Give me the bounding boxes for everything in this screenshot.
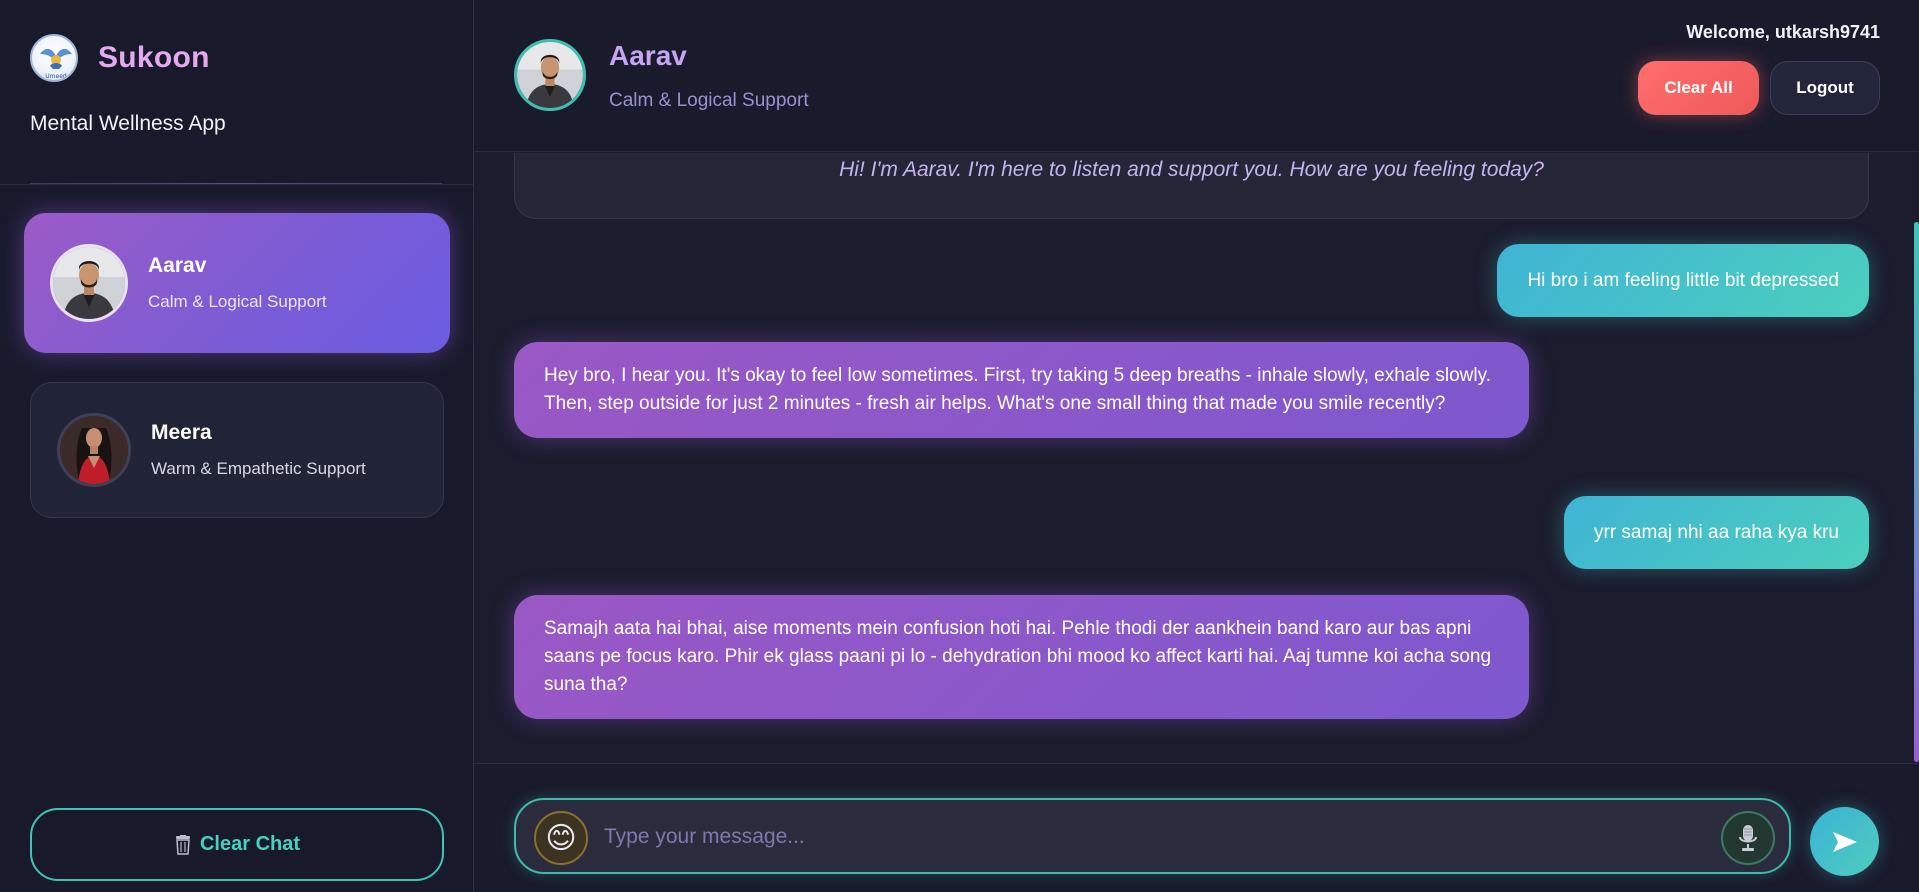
- mic-button[interactable]: [1721, 811, 1775, 865]
- message-input[interactable]: [604, 818, 1704, 856]
- chat-header: Aarav Calm & Logical Support Welcome, ut…: [474, 0, 1919, 152]
- chat-scrollbar-thumb[interactable]: [1914, 222, 1919, 762]
- avatar: [50, 244, 128, 322]
- agent-name: Aarav: [148, 254, 207, 277]
- user-message: yrr samaj nhi aa raha kya kru: [1564, 496, 1869, 569]
- trash-icon: [174, 834, 192, 855]
- aarav-avatar-icon: [53, 247, 125, 319]
- agent-name: Meera: [151, 421, 212, 444]
- user-message: Hi bro i am feeling little bit depressed: [1497, 244, 1869, 317]
- bot-message: Hey bro, I hear you. It's okay to feel l…: [514, 342, 1529, 438]
- avatar: [514, 39, 586, 111]
- sidebar: Umeed Sukoon Mental Wellness App Aarav C…: [0, 0, 474, 892]
- composer: 😊: [474, 763, 1919, 892]
- avatar: [57, 413, 131, 487]
- send-icon: [1832, 831, 1857, 852]
- agent-card-aarav[interactable]: Aarav Calm & Logical Support: [24, 213, 450, 353]
- app-root: Umeed Sukoon Mental Wellness App Aarav C…: [0, 0, 1919, 892]
- microphone-icon: [1739, 825, 1757, 851]
- brand-logo: Umeed: [30, 34, 78, 82]
- brand-name: Sukoon: [98, 41, 210, 74]
- header-agent-name: Aarav: [609, 40, 687, 71]
- header-agent-description: Calm & Logical Support: [609, 90, 809, 111]
- emoji-button[interactable]: 😊: [534, 811, 588, 865]
- brand: Umeed Sukoon: [0, 0, 473, 82]
- meera-avatar-icon: [60, 416, 128, 484]
- clear-chat-label: Clear Chat: [199, 833, 301, 855]
- agent-info: Aarav Calm & Logical Support: [148, 254, 327, 312]
- agent-description: Warm & Empathetic Support: [151, 459, 366, 478]
- aarav-avatar-icon: [517, 42, 583, 108]
- chat-messages: Hi! I'm Aarav. I'm here to listen and su…: [474, 153, 1919, 763]
- chat-main: Aarav Calm & Logical Support Welcome, ut…: [474, 0, 1919, 892]
- agent-info: Meera Warm & Empathetic Support: [151, 421, 366, 479]
- welcome-text: Welcome, utkarsh9741: [1686, 22, 1880, 42]
- send-button[interactable]: [1810, 807, 1879, 876]
- message-input-wrapper: 😊: [514, 798, 1791, 874]
- svg-text:Umeed: Umeed: [45, 73, 67, 80]
- greeting-message: Hi! I'm Aarav. I'm here to listen and su…: [514, 153, 1869, 219]
- agent-card-meera[interactable]: Meera Warm & Empathetic Support: [30, 382, 444, 518]
- brand-subtitle: Mental Wellness App: [30, 112, 226, 135]
- bot-message: Samajh aata hai bhai, aise moments mein …: [514, 595, 1529, 719]
- clear-chat-button[interactable]: Clear Chat: [30, 808, 444, 881]
- logout-button[interactable]: Logout: [1770, 61, 1880, 115]
- brand-divider: [30, 183, 442, 184]
- clear-all-button[interactable]: Clear All: [1638, 61, 1759, 115]
- logo-emblem-icon: Umeed: [40, 48, 72, 80]
- sidebar-divider: [0, 184, 474, 185]
- agent-description: Calm & Logical Support: [148, 292, 327, 311]
